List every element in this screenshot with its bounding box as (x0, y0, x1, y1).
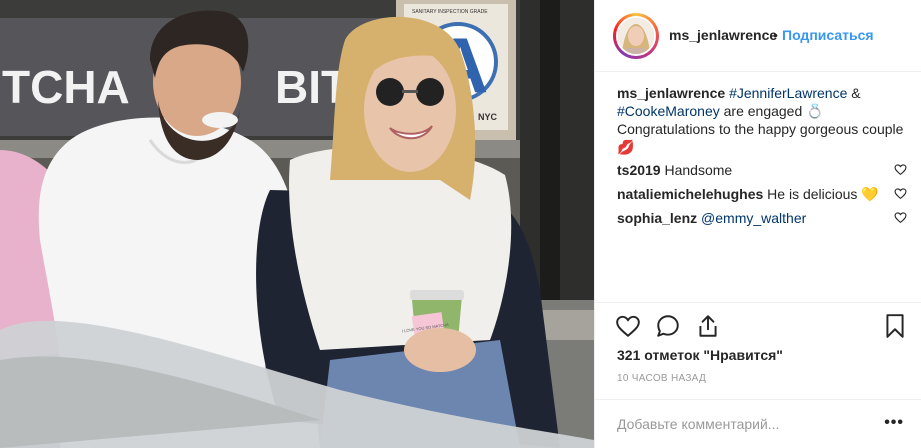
comment-like-icon[interactable] (894, 187, 907, 200)
caption-username-link[interactable]: ms_jenlawrence (617, 85, 725, 101)
comment-username-link[interactable]: sophia_lenz (617, 210, 697, 226)
caption-text: are engaged 💍 (719, 103, 824, 119)
header-separator: • (773, 27, 778, 43)
comment-text: He is delicious 💛 (767, 186, 879, 202)
comment-like-icon[interactable] (894, 163, 907, 176)
avatar-story-ring[interactable] (613, 13, 659, 59)
more-options-button[interactable]: ••• (884, 414, 904, 432)
share-icon[interactable] (695, 313, 721, 339)
post-photo-image: TCHA BIT SANITARY INSPECTION GRADE A NYC (0, 0, 594, 448)
avatar[interactable] (616, 16, 656, 56)
comment-item: sophia_lenz @emmy_walther (617, 209, 907, 228)
header-username-link[interactable]: ms_jenlawrence (669, 27, 777, 43)
caption-text: Congratulations to the happy gorgeous co… (617, 121, 904, 155)
post-timestamp[interactable]: 10 ЧАСОВ НАЗАД (617, 373, 706, 384)
comment-bubble-icon[interactable] (655, 313, 681, 339)
post-caption: ms_jenlawrence #JenniferLawrence & #Cook… (617, 84, 907, 156)
post-sidebar: ms_jenlawrence • Подписаться ms_jenlawre… (594, 0, 921, 448)
comment-item: nataliemichelehughes He is delicious 💛 (617, 185, 907, 204)
add-comment-bar: ••• (595, 399, 921, 448)
inspection-card-title: SANITARY INSPECTION GRADE (412, 9, 488, 15)
like-heart-icon[interactable] (615, 313, 641, 339)
storefront-sign-left: TCHA (2, 61, 130, 113)
comment-username-link[interactable]: nataliemichelehughes (617, 186, 763, 202)
likes-count[interactable]: 321 отметок "Нравится" (617, 347, 783, 363)
comment-username-link[interactable]: ts2019 (617, 162, 661, 178)
post-photo[interactable]: TCHA BIT SANITARY INSPECTION GRADE A NYC (0, 0, 594, 448)
post-actions: 321 отметок "Нравится" 10 ЧАСОВ НАЗАД ••… (595, 302, 921, 448)
comment-text: Handsome (664, 162, 733, 178)
mention-link[interactable]: @emmy_walther (701, 210, 806, 226)
comment-input[interactable] (617, 414, 867, 434)
follow-button[interactable]: Подписаться (782, 27, 874, 43)
post-header: ms_jenlawrence • Подписаться (595, 0, 921, 72)
comments-list: ms_jenlawrence #JenniferLawrence & #Cook… (617, 84, 907, 228)
caption-amp: & (847, 85, 861, 101)
hashtag-link[interactable]: #JenniferLawrence (729, 85, 847, 101)
comment-like-icon[interactable] (894, 211, 907, 224)
bookmark-icon[interactable] (882, 313, 908, 339)
comment-item: ts2019 Handsome (617, 161, 907, 180)
hashtag-link[interactable]: #CookeMaroney (617, 103, 720, 119)
inspection-nyc-label: NYC (478, 112, 498, 122)
